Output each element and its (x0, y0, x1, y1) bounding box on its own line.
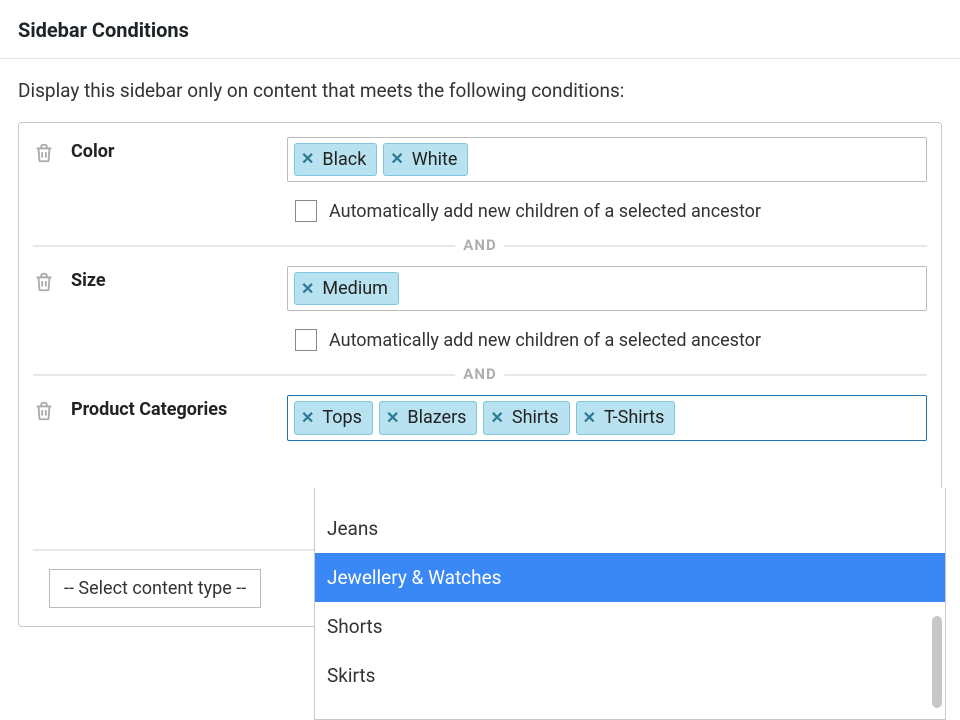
remove-tag-icon[interactable]: ✕ (490, 407, 503, 429)
auto-children-checkbox[interactable] (295, 200, 317, 222)
auto-children-label: Automatically add new children of a sele… (329, 330, 761, 351)
tag-label: Blazers (407, 405, 466, 430)
trash-icon[interactable] (33, 141, 55, 165)
tag: ✕ Shirts (483, 401, 569, 434)
rule-size: Size ✕ Medium Automatically add new chil… (33, 266, 927, 351)
tag-label: Medium (322, 276, 388, 301)
dropdown-option[interactable]: Shorts (315, 602, 945, 651)
remove-tag-icon[interactable]: ✕ (301, 148, 314, 170)
dropdown-option[interactable]: Jeans (315, 504, 945, 553)
tag: ✕ Blazers (379, 401, 478, 434)
tag: ✕ Tops (294, 401, 373, 434)
tag-label: T-Shirts (604, 405, 664, 430)
tag-label: Shirts (512, 405, 559, 430)
rule-label: Size (71, 266, 271, 291)
scrollbar-thumb[interactable] (932, 616, 942, 708)
tags-input-color[interactable]: ✕ Black ✕ White (287, 137, 927, 182)
category-dropdown: Gifts Jeans Jewellery & Watches Shorts S… (314, 488, 946, 720)
remove-tag-icon[interactable]: ✕ (583, 407, 596, 429)
tags-input-product-categories[interactable]: ✕ Tops ✕ Blazers ✕ Shirts ✕ T-Shirts (287, 395, 927, 440)
dropdown-option[interactable]: Skirts (315, 651, 945, 700)
rule-label: Product Categories (71, 395, 271, 420)
tag-label: Black (322, 147, 366, 172)
and-separator: AND (33, 234, 927, 256)
intro-text: Display this sidebar only on content tha… (0, 59, 960, 110)
section-header: Sidebar Conditions (0, 0, 960, 59)
dropdown-option[interactable]: Jewellery & Watches (315, 553, 945, 602)
dropdown-option[interactable]: Gifts (315, 488, 945, 504)
trash-icon[interactable] (33, 270, 55, 294)
page-title: Sidebar Conditions (18, 18, 942, 42)
conditions-panel: Color ✕ Black ✕ White Automatically add … (18, 122, 942, 627)
tags-input-size[interactable]: ✕ Medium (287, 266, 927, 311)
tag: ✕ White (383, 143, 468, 176)
remove-tag-icon[interactable]: ✕ (301, 278, 314, 300)
tag: ✕ Black (294, 143, 377, 176)
auto-children-checkbox[interactable] (295, 329, 317, 351)
tag-label: White (412, 147, 458, 172)
tag-label: Tops (322, 405, 362, 430)
tag: ✕ Medium (294, 272, 399, 305)
rule-label: Color (71, 137, 271, 162)
select-content-type[interactable]: -- Select content type -- (49, 569, 261, 608)
tag: ✕ T-Shirts (576, 401, 676, 434)
and-separator: AND (33, 363, 927, 385)
remove-tag-icon[interactable]: ✕ (301, 407, 314, 429)
auto-children-label: Automatically add new children of a sele… (329, 201, 761, 222)
trash-icon[interactable] (33, 399, 55, 423)
remove-tag-icon[interactable]: ✕ (390, 148, 403, 170)
remove-tag-icon[interactable]: ✕ (386, 407, 399, 429)
rule-color: Color ✕ Black ✕ White Automatically add … (33, 137, 927, 222)
